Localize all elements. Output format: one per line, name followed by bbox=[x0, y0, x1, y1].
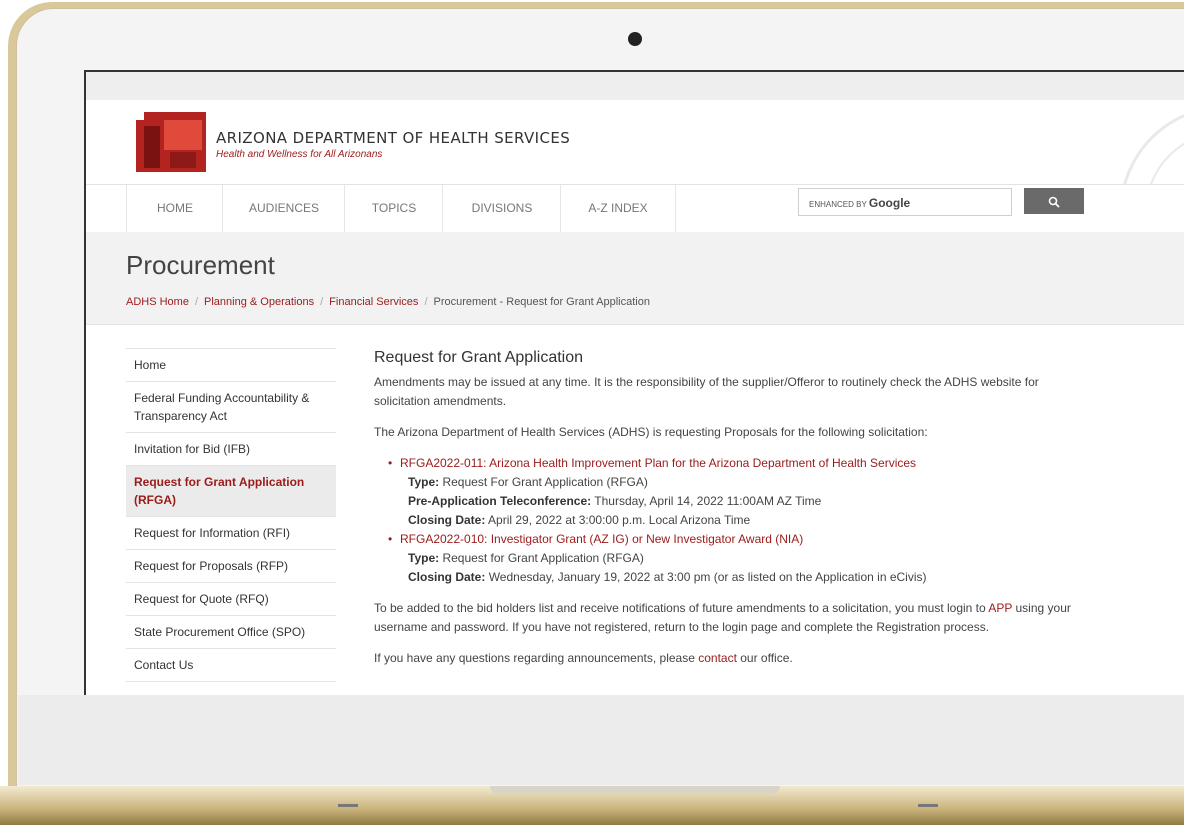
closing-date-label: Closing Date: bbox=[408, 513, 486, 527]
sidebar-item-rfp[interactable]: Request for Proposals (RFP) bbox=[126, 549, 336, 582]
sidebar-item-ifb[interactable]: Invitation for Bid (IFB) bbox=[126, 432, 336, 465]
breadcrumb-planning-operations[interactable]: Planning & Operations bbox=[204, 296, 314, 308]
page-title: Procurement bbox=[126, 250, 275, 280]
breadcrumb-financial-services[interactable]: Financial Services bbox=[329, 296, 418, 308]
type-label: Type: bbox=[408, 551, 440, 565]
closing-date-label: Closing Date: bbox=[408, 570, 486, 584]
sidebar-item-rfi[interactable]: Request for Information (RFI) bbox=[126, 516, 336, 549]
laptop-base-notch bbox=[490, 786, 780, 794]
sidebar-item-rfga[interactable]: Request for Grant Application (RFGA) bbox=[126, 465, 336, 516]
bullet-icon: • bbox=[388, 532, 393, 546]
header-strip bbox=[86, 72, 1184, 100]
laptop-foot-left bbox=[338, 804, 358, 807]
search-input[interactable]: ENHANCED BY Google bbox=[798, 188, 1012, 216]
solicitation-link-rfga2022-011[interactable]: RFGA2022-011: Arizona Health Improvement… bbox=[400, 456, 916, 470]
contact-link[interactable]: contact bbox=[698, 651, 737, 665]
sidebar-item-ffata[interactable]: Federal Funding Accountability & Transpa… bbox=[126, 381, 336, 432]
sidebar-item-rfq[interactable]: Request for Quote (RFQ) bbox=[126, 582, 336, 615]
sidebar: Home Federal Funding Accountability & Tr… bbox=[126, 348, 336, 682]
teleconference-label: Pre-Application Teleconference: bbox=[408, 494, 592, 508]
section-heading: Request for Grant Application bbox=[374, 349, 584, 366]
nav-item-divisions[interactable]: DIVISIONS bbox=[442, 185, 561, 233]
main-content: Request for Grant Application Amendments… bbox=[374, 348, 1094, 680]
breadcrumb-adhs-home[interactable]: ADHS Home bbox=[126, 296, 189, 308]
org-tagline: Health and Wellness for All Arizonans bbox=[216, 149, 383, 160]
closing-date-value: April 29, 2022 at 3:00:00 p.m. Local Ari… bbox=[488, 513, 751, 527]
intro-text: Amendments may be issued at any time. It… bbox=[374, 375, 1039, 408]
list-item: • RFGA2022-011: Arizona Health Improveme… bbox=[388, 454, 1094, 530]
org-title: ARIZONA DEPARTMENT OF HEALTH SERVICES bbox=[216, 129, 571, 147]
camera-icon bbox=[628, 32, 642, 46]
nav-item-topics[interactable]: TOPICS bbox=[344, 185, 443, 233]
type-value: Request for Grant Application (RFGA) bbox=[442, 551, 644, 565]
search-button[interactable] bbox=[1024, 188, 1084, 214]
closing-date-value: Wednesday, January 19, 2022 at 3:00 pm (… bbox=[488, 570, 927, 584]
breadcrumb-current: Procurement - Request for Grant Applicat… bbox=[433, 296, 650, 308]
type-value: Request For Grant Application (RFGA) bbox=[442, 475, 648, 489]
lead-text: The Arizona Department of Health Service… bbox=[374, 425, 928, 439]
sidebar-item-spo[interactable]: State Procurement Office (SPO) bbox=[126, 615, 336, 648]
app-login-link[interactable]: APP bbox=[988, 601, 1012, 615]
nav-item-home[interactable]: HOME bbox=[126, 185, 223, 233]
sidebar-item-contact-us[interactable]: Contact Us bbox=[126, 648, 336, 682]
adhs-logo-icon bbox=[136, 112, 206, 172]
questions-text: If you have any questions regarding anno… bbox=[374, 651, 793, 665]
laptop-bezel-bottom bbox=[18, 695, 1184, 785]
sidebar-item-home[interactable]: Home bbox=[126, 348, 336, 381]
solicitation-link-rfga2022-010[interactable]: RFGA2022-010: Investigator Grant (AZ IG)… bbox=[400, 532, 803, 546]
browser-screen: ARIZONA DEPARTMENT OF HEALTH SERVICES He… bbox=[84, 70, 1184, 697]
solicitation-list: • RFGA2022-011: Arizona Health Improveme… bbox=[374, 454, 1094, 587]
bullet-icon: • bbox=[388, 456, 393, 470]
laptop-foot-right bbox=[918, 804, 938, 807]
breadcrumb: ADHS Home / Planning & Operations / Financia… bbox=[126, 296, 650, 308]
search-brand: ENHANCED BY Google bbox=[809, 196, 911, 210]
nav-item-az-index[interactable]: A-Z INDEX bbox=[560, 185, 676, 233]
bid-holders-text: To be added to the bid holders list and … bbox=[374, 601, 1071, 634]
type-label: Type: bbox=[408, 475, 440, 489]
nav-item-audiences[interactable]: AUDIENCES bbox=[222, 185, 345, 233]
search-icon bbox=[1048, 196, 1060, 208]
list-item: • RFGA2022-010: Investigator Grant (AZ I… bbox=[388, 530, 1094, 587]
teleconference-value: Thursday, April 14, 2022 11:00AM AZ Time bbox=[594, 494, 822, 508]
main-nav: HOME AUDIENCES TOPICS DIVISIONS A-Z INDE… bbox=[86, 184, 1184, 234]
